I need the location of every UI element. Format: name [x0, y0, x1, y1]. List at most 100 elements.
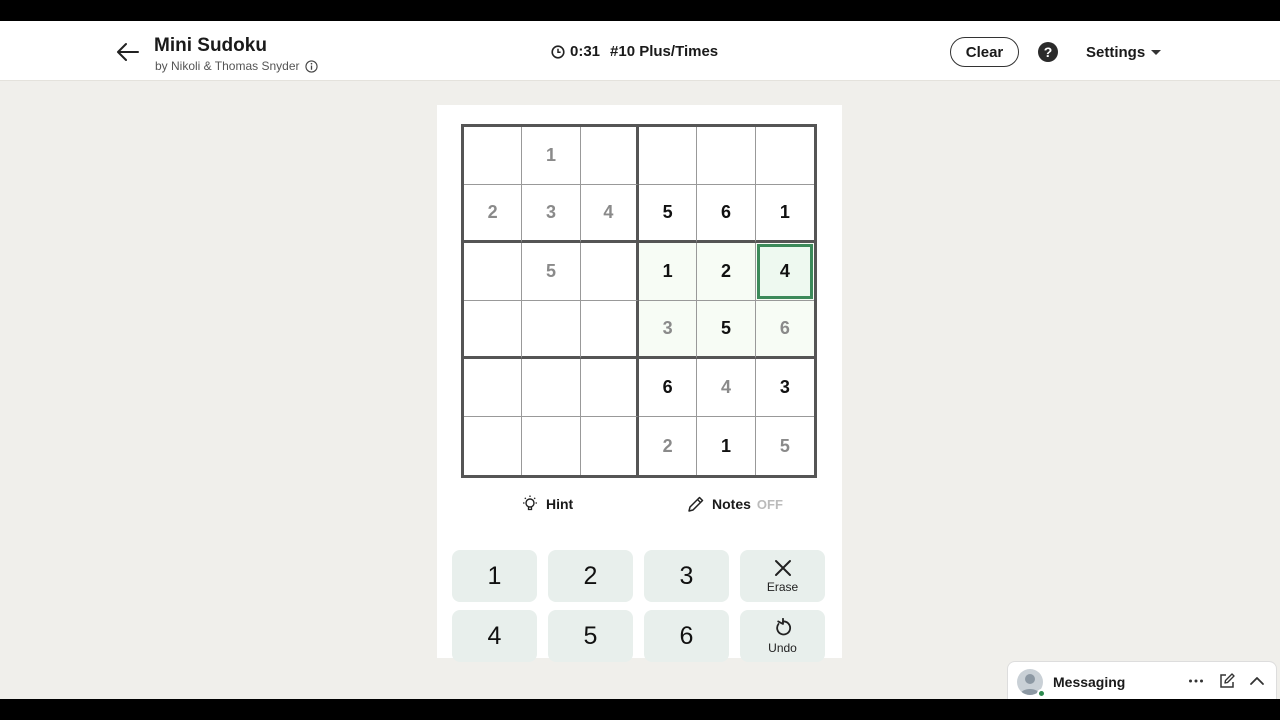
hint-button[interactable]: Hint	[520, 494, 573, 514]
messaging-label: Messaging	[1053, 674, 1126, 690]
grid-cell[interactable]	[755, 127, 814, 185]
key-3[interactable]: 3	[644, 550, 729, 602]
cell-value: 6	[662, 377, 673, 397]
grid-cell[interactable]	[581, 417, 639, 475]
notes-state: OFF	[756, 496, 783, 512]
online-status-dot	[1037, 689, 1046, 698]
cell-value: 2	[662, 435, 673, 456]
grid-cell[interactable]: 6	[755, 301, 814, 359]
grid-cell[interactable]: 2	[639, 417, 698, 475]
cell-value: 1	[720, 435, 731, 456]
puzzle-label: #10 Plus/Times	[610, 43, 719, 60]
key-2[interactable]: 2	[548, 550, 633, 602]
settings-label: Settings	[1086, 44, 1146, 61]
grid-cell[interactable]	[580, 243, 639, 301]
cell-value: 2	[487, 202, 498, 222]
timer: 0:31	[551, 43, 600, 60]
erase-button[interactable]: Erase	[740, 550, 825, 602]
back-arrow-icon[interactable]	[114, 39, 142, 65]
number-keypad: 1 2 3 Erase 4 5 6 Undo	[452, 550, 827, 662]
pencil-icon	[688, 496, 704, 512]
undo-button[interactable]: Undo	[740, 610, 825, 662]
app-frame: Mini Sudoku by Nikoli & Thomas Snyder 0:…	[0, 21, 1280, 699]
more-options-icon[interactable]	[1187, 672, 1205, 690]
grid-cell[interactable]: 1	[755, 185, 814, 243]
grid-cell[interactable]: 5	[756, 417, 814, 475]
grid-cell[interactable]: 6	[697, 185, 756, 243]
settings-dropdown[interactable]: Settings	[1086, 44, 1162, 61]
key-6[interactable]: 6	[644, 610, 729, 662]
grid-cell[interactable]: 3	[638, 301, 698, 359]
notes-label: Notes	[712, 496, 751, 512]
caret-down-icon	[1151, 50, 1162, 55]
grid-cell[interactable]: 5	[522, 243, 581, 301]
timer-value: 0:31	[570, 43, 601, 60]
cell-value: 4	[603, 202, 614, 222]
cell-value: 6	[779, 318, 790, 338]
grid-cell[interactable]	[580, 127, 639, 185]
clear-button[interactable]: Clear	[950, 37, 1019, 67]
grid-cell[interactable]: 2	[464, 185, 523, 243]
cell-value: 5	[720, 318, 731, 338]
grid-cell[interactable]	[522, 417, 581, 475]
grid-cell[interactable]: 1	[638, 243, 698, 301]
grid-cell[interactable]	[522, 301, 581, 359]
cell-value: 5	[662, 202, 673, 222]
cell-value: 2	[720, 261, 731, 281]
help-icon[interactable]: ?	[1038, 42, 1058, 62]
grid-cell[interactable]: 1	[522, 127, 581, 185]
grid-cell[interactable]: 5	[697, 301, 756, 359]
cell-value: 5	[545, 261, 556, 281]
grid-cell[interactable]	[638, 127, 698, 185]
notes-toggle[interactable]: Notes OFF	[686, 494, 783, 514]
erase-label: Erase	[766, 579, 799, 594]
grid-cell[interactable]: 1	[697, 417, 756, 475]
grid-cell[interactable]	[464, 301, 523, 359]
game-card: 12345615124356643215 Hint Notes OFF 1 2 …	[437, 105, 842, 662]
grid-cell[interactable]	[464, 417, 523, 475]
lightbulb-icon	[523, 495, 537, 511]
cell-value: 6	[720, 202, 731, 222]
key-5[interactable]: 5	[548, 610, 633, 662]
cell-value: 1	[662, 261, 673, 281]
selected-cell[interactable]: 4	[755, 243, 814, 301]
key-4[interactable]: 4	[452, 610, 537, 662]
grid-cell[interactable]: 4	[580, 185, 639, 243]
cell-value: 1	[545, 145, 556, 165]
game-title: Mini Sudoku	[154, 35, 267, 56]
cell-value: 4	[779, 261, 790, 281]
grid-cell[interactable]	[464, 359, 523, 417]
byline: by Nikoli & Thomas Snyder	[155, 59, 318, 73]
sudoku-grid: 1 2 3 4 5 6 1 5 1 2 4 3 5 6 6 4 3 2 1 5	[461, 124, 817, 478]
grid-cell[interactable]: 3	[522, 185, 581, 243]
grid-cell[interactable]	[580, 359, 639, 417]
grid-cell[interactable]: 2	[697, 243, 756, 301]
cell-value: 3	[779, 377, 790, 397]
compose-icon[interactable]	[1218, 672, 1236, 690]
grid-cell[interactable]: 5	[638, 185, 698, 243]
grid-cell[interactable]: 3	[755, 359, 814, 417]
byline-text: by Nikoli & Thomas Snyder	[155, 59, 300, 73]
grid-cell[interactable]	[522, 359, 581, 417]
close-icon	[774, 559, 791, 576]
messaging-bar[interactable]: Messaging	[1007, 661, 1277, 699]
grid-cell[interactable]: 4	[697, 359, 756, 417]
chevron-up-icon[interactable]	[1248, 672, 1266, 690]
key-1[interactable]: 1	[452, 550, 537, 602]
info-icon[interactable]	[304, 59, 318, 73]
cell-value: 4	[720, 377, 731, 397]
grid-cell[interactable]: 6	[638, 359, 698, 417]
grid-cell[interactable]	[464, 243, 523, 301]
grid-cell[interactable]	[697, 127, 756, 185]
grid-cell[interactable]	[580, 301, 639, 359]
cell-value: 3	[662, 318, 673, 338]
undo-label: Undo	[768, 640, 797, 655]
cell-value: 3	[545, 202, 556, 222]
undo-icon	[775, 617, 791, 635]
puzzle-status: 0:31 #10 Plus/Times	[551, 43, 718, 60]
hint-label: Hint	[546, 496, 574, 512]
cell-value: 5	[779, 435, 790, 456]
tool-row: Hint Notes OFF	[437, 494, 842, 518]
clock-icon	[551, 44, 565, 59]
grid-cell[interactable]	[464, 127, 523, 185]
